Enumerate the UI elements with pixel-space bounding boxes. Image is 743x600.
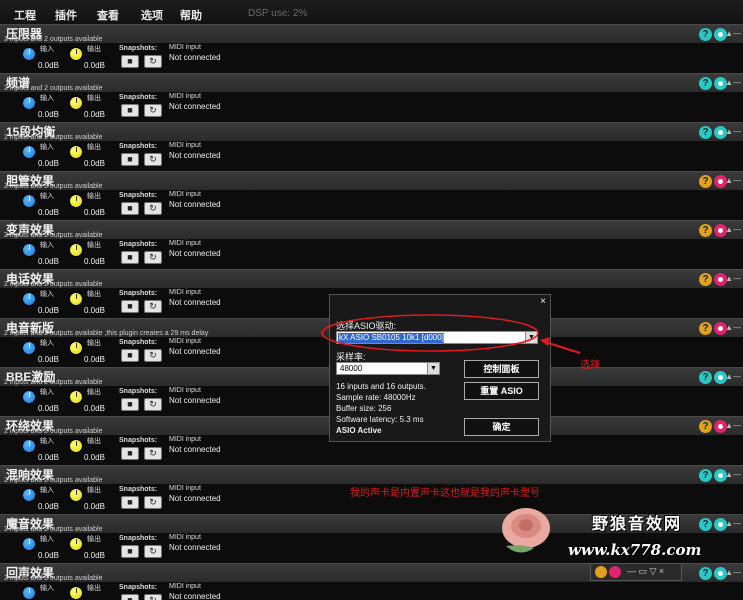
window-controls[interactable]: — ▭ ▽ × [627, 566, 664, 577]
help-icon[interactable] [595, 566, 607, 578]
annotation-select: 选择 [580, 360, 600, 371]
watermark-url: www.kx778.com [568, 541, 702, 559]
annotation-note: 我的声卡是内置声卡这也就是我的声卡型号 [350, 488, 540, 499]
rose-logo [502, 508, 550, 553]
watermark-title: 野狼音效网 [592, 514, 683, 533]
floating-toolbar: — ▭ ▽ × [590, 563, 682, 581]
annotation-arrow [544, 341, 581, 354]
highlight-ellipse [321, 314, 539, 352]
annotation-arrowhead [540, 337, 550, 346]
power-icon[interactable] [609, 566, 621, 578]
